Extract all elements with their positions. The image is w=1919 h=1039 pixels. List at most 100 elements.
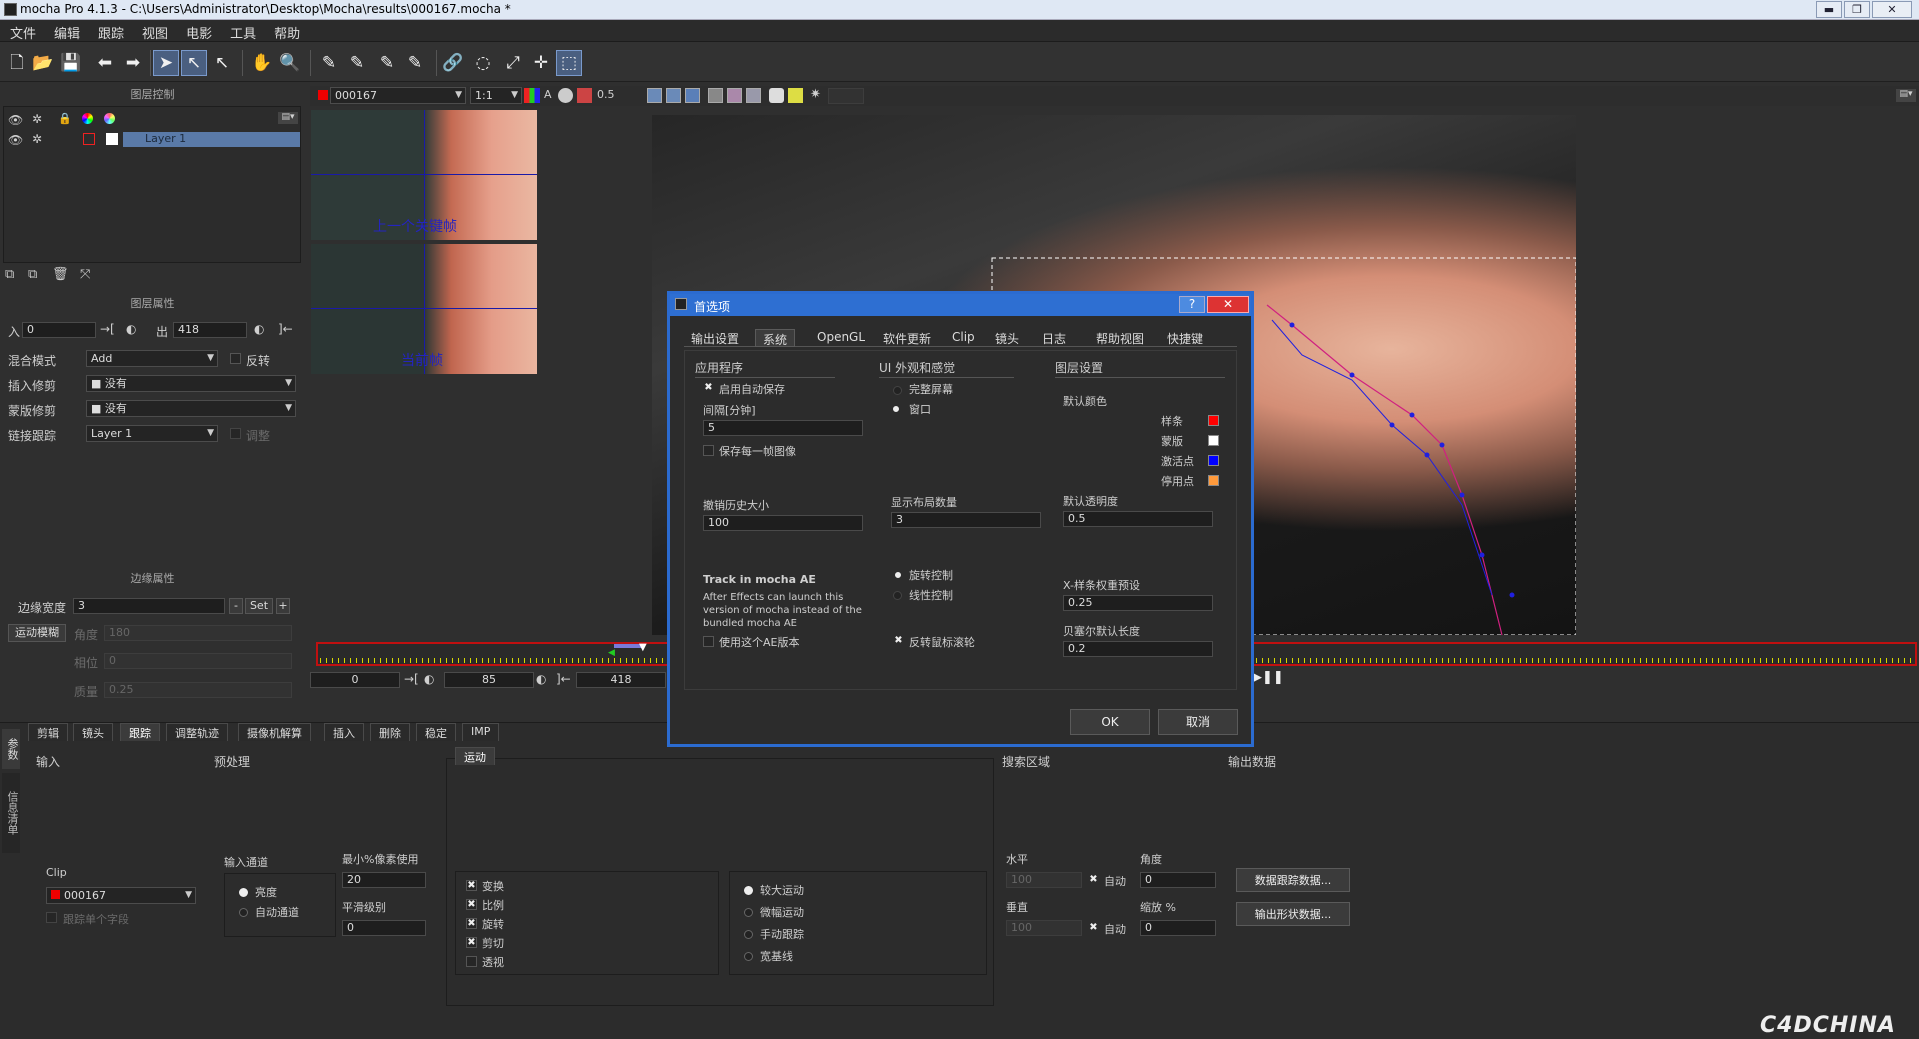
close-button[interactable]: ✕ [1872, 1, 1912, 18]
hand-tool-icon[interactable]: ✋ [249, 50, 275, 76]
menu-track[interactable]: 跟踪 [88, 20, 132, 42]
blur-angle-field[interactable]: 180 [104, 625, 292, 641]
menu-tools[interactable]: 工具 [220, 20, 264, 42]
motion-blur-button[interactable]: 运动模糊 [8, 624, 66, 642]
auto-channel-radio[interactable] [239, 908, 248, 917]
perspective-checkbox[interactable] [466, 956, 477, 967]
view-checker-icon[interactable] [727, 88, 742, 103]
playhead-icon[interactable]: ▼ [639, 642, 647, 653]
cancel-button[interactable]: 取消 [1158, 709, 1238, 735]
layer-color-swatch[interactable] [83, 133, 95, 145]
bezier-length-field[interactable]: 0.2 [1063, 641, 1213, 657]
pref-tab-shortcuts[interactable]: 快捷键 [1160, 329, 1210, 347]
zoom-select[interactable]: 1:1 ▼ [470, 87, 522, 104]
prev-keyframe-thumb[interactable]: 上一个关键帧 [311, 110, 537, 240]
layout-count-field[interactable]: 3 [891, 512, 1041, 528]
tab-imp[interactable]: IMP [462, 723, 500, 741]
out-clock-icon[interactable]: ◐ [254, 322, 264, 336]
matte-color-icon[interactable] [104, 113, 115, 124]
menu-view[interactable]: 视图 [132, 20, 176, 42]
layer-matte-swatch[interactable] [106, 133, 118, 145]
min-pixel-field[interactable]: 20 [342, 872, 426, 888]
view-zoom-icon[interactable] [746, 88, 761, 103]
layer-visible-icon[interactable]: 👁 [8, 133, 23, 147]
hand-view-icon[interactable] [769, 88, 784, 103]
rotate-ctrl-radio[interactable] [895, 572, 901, 578]
matte-view-icon[interactable] [577, 88, 592, 103]
pref-tab-system[interactable]: 系统 [755, 329, 796, 347]
menu-help[interactable]: 帮助 [264, 20, 308, 42]
invert-wheel-checkbox[interactable]: ✖ [893, 636, 904, 647]
move-tool-icon[interactable]: ✛ [528, 50, 554, 76]
current-frame-thumb[interactable]: 当前帧 [311, 244, 537, 374]
set-in-icon[interactable]: →[ [100, 322, 115, 336]
view-grid-icon[interactable] [708, 88, 723, 103]
translate-checkbox[interactable]: ✖ [466, 880, 477, 891]
add-point-tool-icon[interactable]: ↖ [209, 50, 235, 76]
layer-track-gear-icon[interactable]: ✲ [32, 132, 42, 146]
large-motion-radio[interactable] [744, 886, 753, 895]
autosave-checkbox[interactable]: ✖ [703, 383, 714, 394]
blend-mode-select[interactable]: Add ▼ [86, 350, 218, 367]
wide-baseline-radio[interactable] [744, 952, 753, 961]
luminance-radio[interactable] [239, 888, 248, 897]
undo-field[interactable]: 100 [703, 515, 863, 531]
lock-icon[interactable]: 🔒 [58, 112, 72, 125]
link-tool-icon[interactable]: 🔗 [440, 50, 466, 76]
xspline-weight-field[interactable]: 0.25 [1063, 595, 1213, 611]
track-clip-select[interactable]: 000167 ▼ [46, 887, 196, 904]
delete-layer-icon[interactable]: 🗑 [52, 267, 69, 282]
smooth-field[interactable]: 0 [342, 920, 426, 936]
zoom-tool-icon[interactable]: 🔍 [277, 50, 303, 76]
select-tool-icon[interactable]: ➤ [153, 50, 179, 76]
shear-checkbox[interactable]: ✖ [466, 937, 477, 948]
timeline-end-field[interactable]: 418 [576, 672, 666, 688]
fullscreen-radio[interactable] [893, 386, 902, 395]
use-ae-checkbox[interactable] [703, 636, 714, 647]
play-controls-icon[interactable]: ▶❚❚ [1252, 670, 1284, 685]
ok-button[interactable]: OK [1070, 709, 1150, 735]
dialog-help-button[interactable]: ? [1179, 296, 1205, 313]
adjust-checkbox[interactable] [230, 428, 241, 439]
vertical-field[interactable]: 100 [1006, 920, 1082, 936]
default-opacity-field[interactable]: 0.5 [1063, 511, 1213, 527]
add-bezier-tool-icon[interactable]: ✎ [402, 50, 428, 76]
new-file-icon[interactable]: 🗋 [4, 50, 30, 76]
tab-adjust-track[interactable]: 调整轨迹 [166, 723, 228, 741]
motion-tab[interactable]: 运动 [455, 747, 495, 765]
edge-width-plus[interactable]: + [276, 598, 290, 614]
overlay-icon[interactable] [558, 88, 573, 103]
search-scale-field[interactable]: 0 [1140, 920, 1216, 936]
pref-tab-helpview[interactable]: 帮助视图 [1089, 329, 1151, 347]
tab-camera-solve[interactable]: 摄像机解算 [238, 723, 311, 741]
save-icon[interactable]: 💾 [58, 50, 84, 76]
add-xspline-tool-icon[interactable]: ✎ [344, 50, 370, 76]
fit-view-icon[interactable]: ⤧ [80, 267, 90, 282]
redo-arrow-icon[interactable]: ➡ [120, 50, 146, 76]
side-tab-params[interactable]: 参数 [2, 729, 20, 769]
gear-icon[interactable]: ✲ [32, 112, 42, 126]
minimize-button[interactable]: ▬ [1816, 1, 1842, 18]
lasso-tool-icon[interactable]: ◌ [470, 50, 496, 76]
pref-tab-lens[interactable]: 镜头 [988, 329, 1026, 347]
tab-lens[interactable]: 镜头 [73, 723, 113, 741]
out-point-field[interactable]: 418 [173, 322, 247, 338]
view-layout-icon[interactable] [647, 88, 662, 103]
matte-clip-select[interactable]: ■ 没有 ▼ [86, 400, 296, 417]
eye-icon[interactable]: 👁 [8, 113, 23, 127]
tab-clip[interactable]: 剪辑 [28, 723, 68, 741]
small-motion-radio[interactable] [744, 908, 753, 917]
save-each-frame-checkbox[interactable] [703, 445, 714, 456]
viewer-menu-icon[interactable]: ▤▾ [1896, 89, 1916, 102]
transform-tool-icon[interactable]: ⤢ [500, 50, 526, 76]
layer-row-selected[interactable]: Layer 1 [123, 132, 300, 147]
new-layer-icon[interactable]: ⧉ [5, 267, 14, 282]
view-layout2-icon[interactable] [666, 88, 681, 103]
surface-tool-icon[interactable]: ⬚ [556, 50, 582, 76]
spline-color-swatch[interactable] [1208, 415, 1219, 426]
timeline-in-clock-icon[interactable]: ◐ [424, 672, 434, 686]
manual-track-radio[interactable] [744, 930, 753, 939]
inactive-point-swatch[interactable] [1208, 475, 1219, 486]
timeline-out-icon[interactable]: ]← [556, 672, 571, 686]
horizontal-field[interactable]: 100 [1006, 872, 1082, 888]
